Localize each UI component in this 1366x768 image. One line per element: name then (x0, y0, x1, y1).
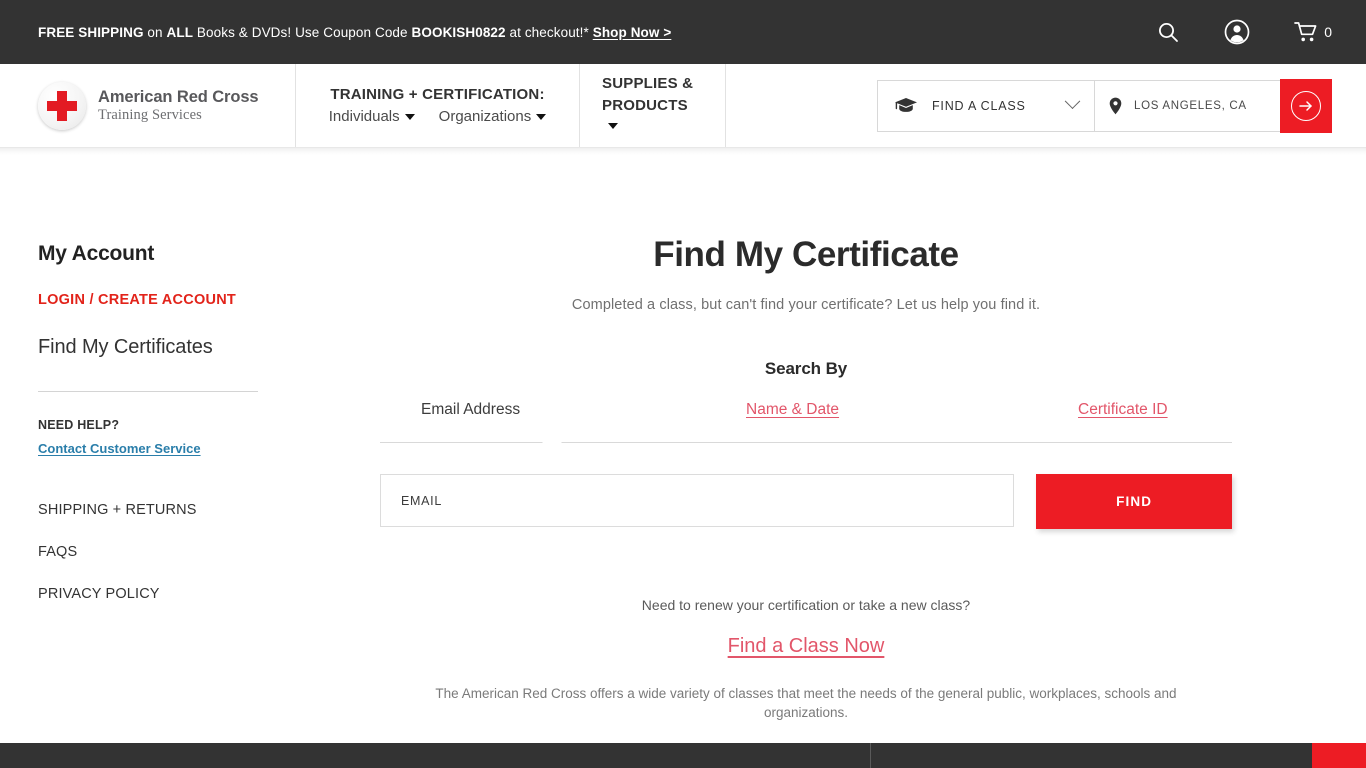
sidebar-item-privacy-policy[interactable]: PRIVACY POLICY (38, 586, 258, 602)
tab-certificate-id[interactable]: Certificate ID (1078, 401, 1168, 419)
contact-customer-service-link[interactable]: Contact Customer Service (38, 441, 201, 456)
certificate-search-form: FIND (380, 474, 1232, 529)
search-by-label: Search By (764, 359, 848, 378)
promo-text-part2: on (143, 24, 167, 40)
sidebar-divider (38, 391, 258, 392)
red-cross-icon (38, 81, 86, 130)
promo-text-part3: ALL (166, 24, 194, 40)
chevron-down-icon (1064, 93, 1081, 110)
find-button[interactable]: FIND (1036, 474, 1232, 529)
cart-icon (1294, 22, 1317, 42)
page-title: Find My Certificate (653, 235, 959, 274)
promo-message: FREE SHIPPING on ALL Books & DVDs! Use C… (38, 25, 671, 40)
nav-supplies-title: SUPPLIES & PRODUCTS (602, 73, 703, 138)
sidebar-item-faqs[interactable]: FAQS (38, 544, 258, 560)
promo-text-part4: Books & DVDs! Use Coupon Code (193, 24, 412, 40)
location-field[interactable]: LOS ANGELES, CA (1095, 79, 1281, 132)
promo-bar: FREE SHIPPING on ALL Books & DVDs! Use C… (0, 0, 1366, 64)
nav-supplies-label: SUPPLIES & PRODUCTS (602, 74, 694, 114)
graduation-cap-icon (895, 98, 917, 112)
find-a-class-dropdown[interactable]: FIND A CLASS (877, 79, 1095, 132)
nav-item-individuals[interactable]: Individuals (329, 108, 415, 125)
renew-prompt-text: Need to renew your certification or take… (641, 597, 971, 613)
footer-column-right (871, 743, 1312, 768)
page-body: My Account LOGIN / CREATE ACCOUNT Find M… (0, 155, 1366, 750)
header-shadow-divider (0, 148, 1366, 155)
header-class-search: FIND A CLASS LOS ANGELES, CA (877, 64, 1332, 147)
site-logo[interactable]: American Red Cross Training Services (0, 64, 295, 147)
chevron-down-icon (536, 113, 547, 120)
logo-wordmark: American Red Cross Training Services (98, 88, 259, 124)
footer-column-left (0, 743, 870, 768)
search-icon (1159, 23, 1179, 42)
footer-accent-block (1312, 743, 1366, 768)
sidebar-item-shipping-returns[interactable]: SHIPPING + RETURNS (38, 502, 258, 518)
class-search-submit-button[interactable] (1280, 78, 1332, 133)
find-a-class-label: FIND A CLASS (932, 98, 1026, 113)
sidebar-title: My Account (38, 242, 155, 265)
site-header: American Red Cross Training Services TRA… (0, 64, 1366, 148)
logo-line-1: American Red Cross (98, 87, 259, 106)
tab-name-and-date[interactable]: Name & Date (746, 401, 839, 419)
email-input[interactable] (380, 474, 1015, 527)
nav-training-certification: TRAINING + CERTIFICATION: Individuals Or… (295, 64, 580, 147)
promo-text-part1: FREE SHIPPING (38, 24, 144, 40)
sidebar-item-login-create-account[interactable]: LOGIN / CREATE ACCOUNT (38, 292, 258, 308)
search-by-tabs: Email Address Name & Date Certificate ID (380, 401, 1232, 444)
cart-count-badge: 0 (1324, 24, 1332, 40)
promo-text-part6: at checkout!* (505, 24, 593, 40)
chevron-down-icon (608, 123, 618, 130)
cart-button[interactable]: 0 (1294, 21, 1332, 43)
nav-item-organizations-label: Organizations (438, 108, 532, 125)
promo-coupon-code: BOOKISH0822 (411, 24, 506, 40)
nav-training-title: TRAINING + CERTIFICATION: (330, 86, 545, 103)
active-tab-pointer (455, 431, 563, 444)
main-content: Find My Certificate Completed a class, b… (380, 155, 1232, 722)
page-subtitle: Completed a class, but can't find your c… (571, 297, 1041, 313)
map-pin-icon (1109, 97, 1122, 114)
sidebar-item-find-my-certificates[interactable]: Find My Certificates (38, 336, 258, 359)
tab-email-address[interactable]: Email Address (421, 401, 520, 419)
search-button[interactable] (1156, 20, 1180, 44)
find-a-class-left: FIND A CLASS (894, 97, 1026, 114)
chevron-down-icon (404, 113, 415, 120)
find-a-class-now-link[interactable]: Find a Class Now (728, 635, 885, 658)
account-sidebar: My Account LOGIN / CREATE ACCOUNT Find M… (38, 242, 258, 602)
active-tab-notch (541, 433, 563, 444)
utility-icons: 0 (1156, 19, 1332, 45)
nav-item-individuals-label: Individuals (328, 108, 400, 125)
arrow-right-circle-icon (1291, 90, 1321, 121)
site-footer (0, 743, 1366, 768)
classes-description-text: The American Red Cross offers a wide var… (435, 686, 1177, 721)
location-value: LOS ANGELES, CA (1134, 99, 1247, 112)
logo-line-2: Training Services (98, 106, 202, 123)
shop-now-link[interactable]: Shop Now > (593, 25, 672, 40)
need-help-label: NEED HELP? (38, 418, 120, 432)
account-icon (1224, 19, 1250, 45)
account-button[interactable] (1224, 19, 1250, 45)
nav-training-subitems: Individuals Organizations (329, 108, 547, 125)
nav-supplies-products[interactable]: SUPPLIES & PRODUCTS (580, 64, 726, 147)
nav-item-organizations[interactable]: Organizations (439, 108, 547, 125)
